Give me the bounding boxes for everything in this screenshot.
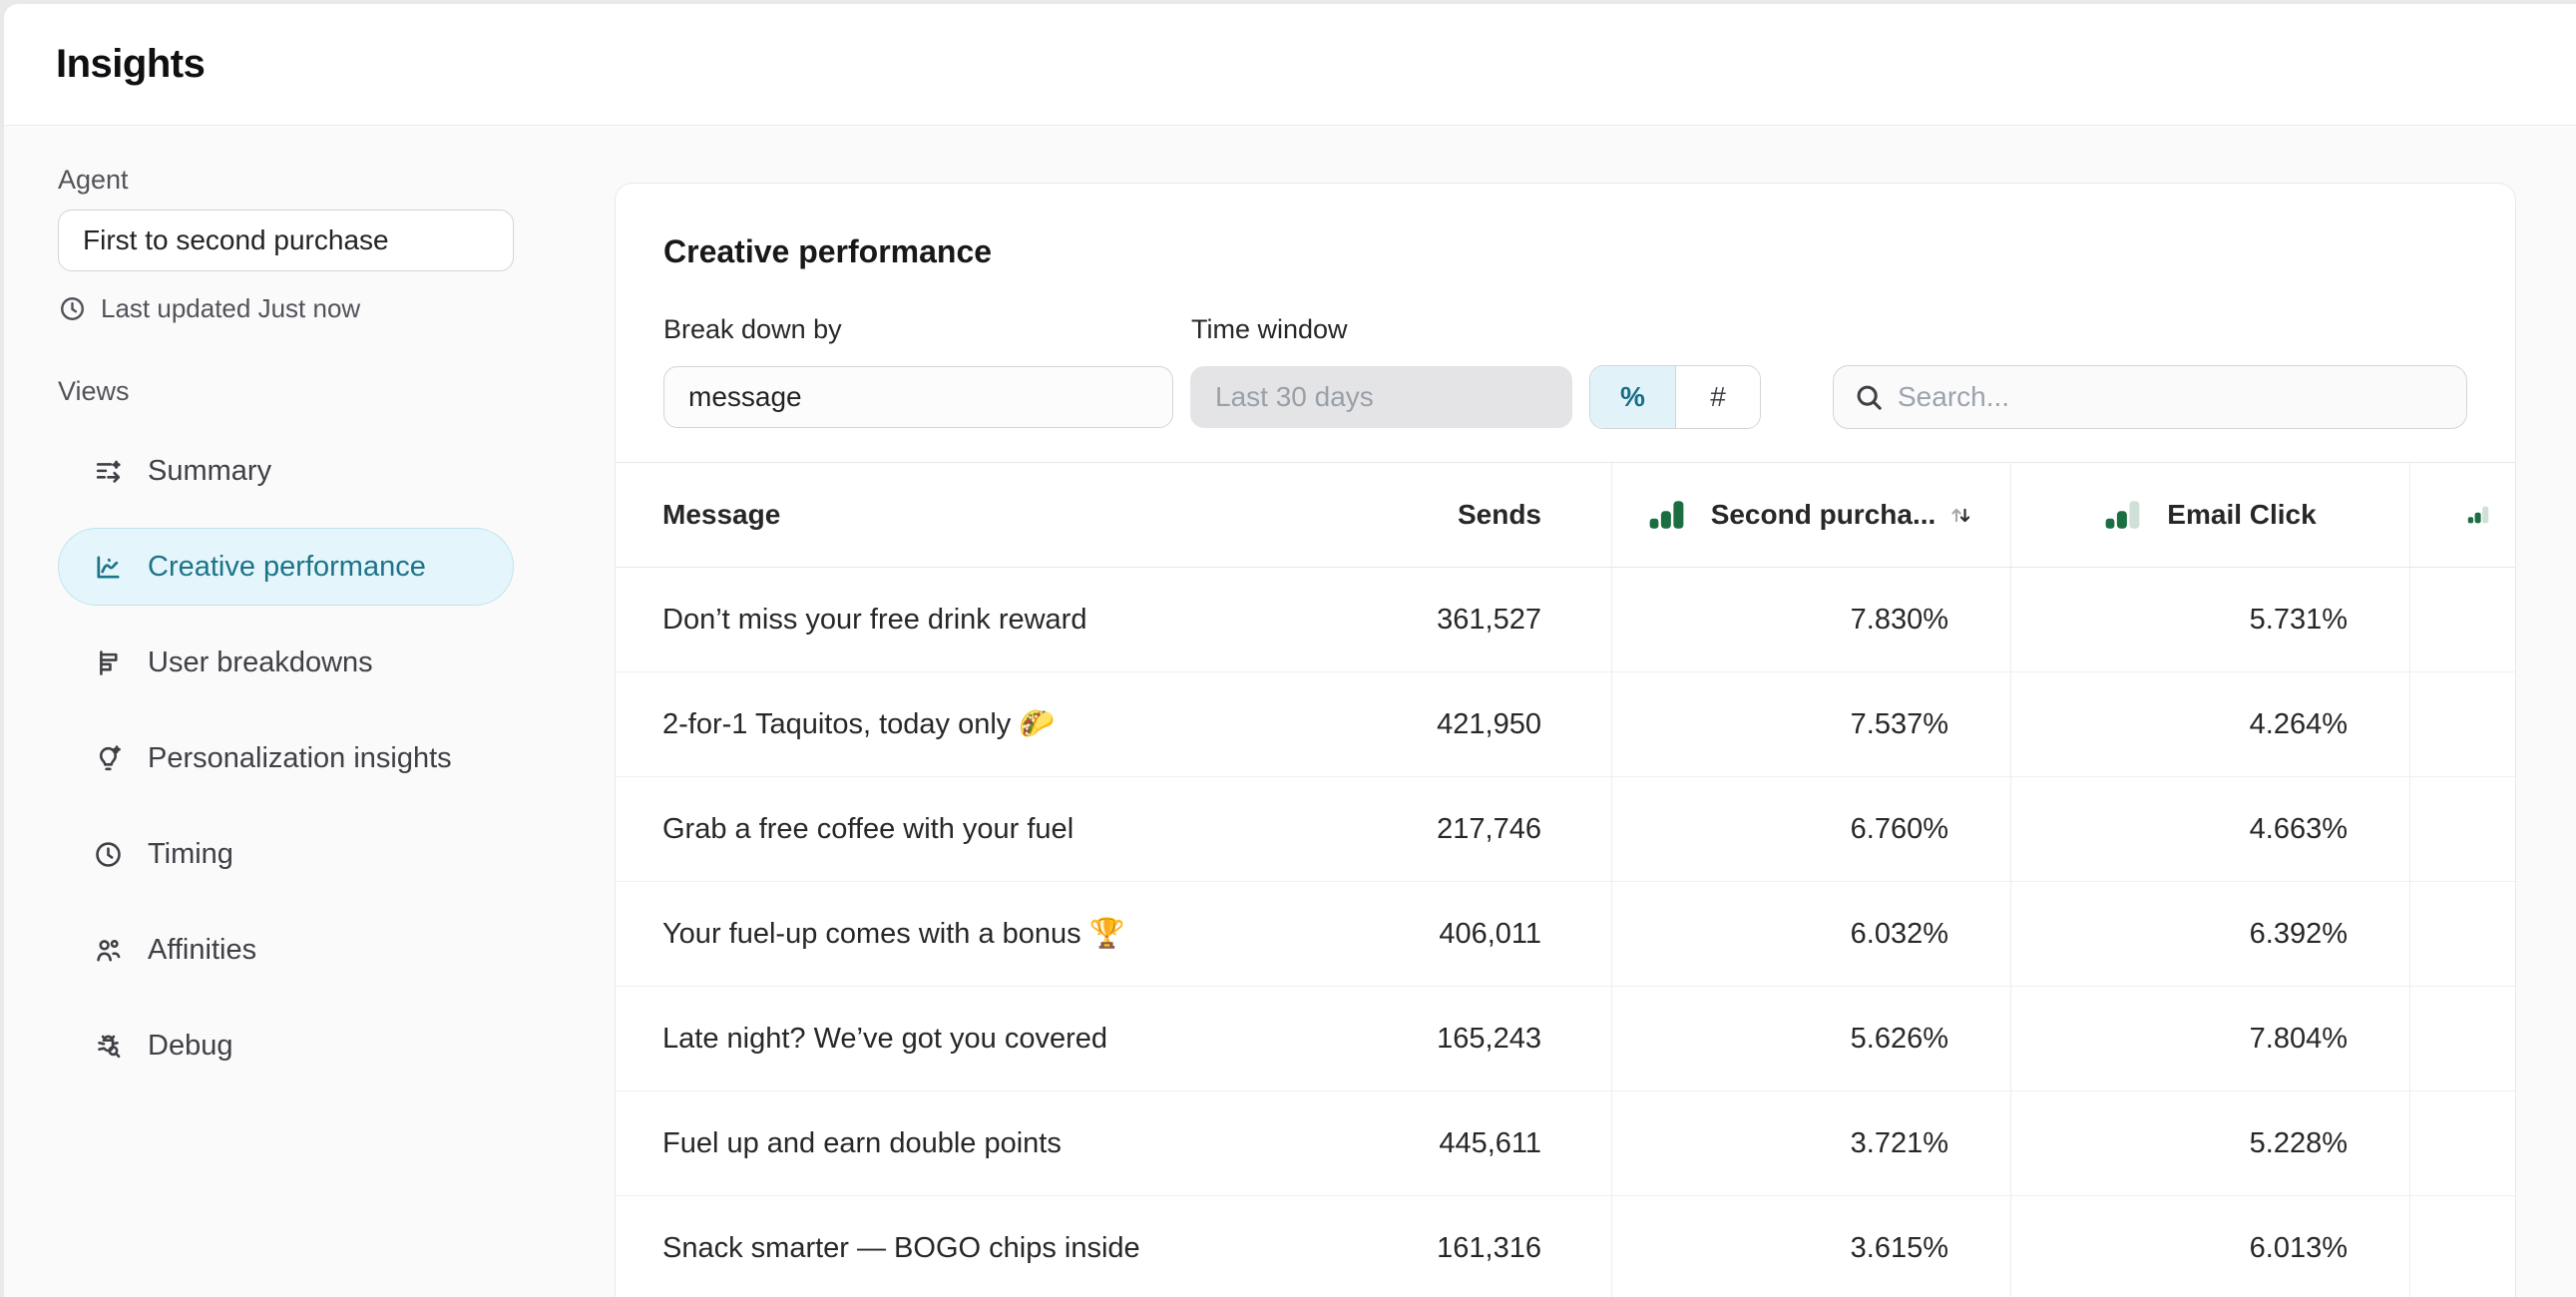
chevron-updown-icon: [465, 225, 495, 255]
sidebar-item-debug[interactable]: Debug: [58, 998, 514, 1093]
panel-title: Creative performance: [663, 233, 2467, 270]
metric-bars-icon: [1648, 500, 1685, 530]
agent-select-value: First to second purchase: [83, 224, 389, 256]
sends-cell: 165,243: [1211, 987, 1611, 1091]
column-header-message[interactable]: Message: [616, 463, 1211, 568]
sidebar-item-label: User breakdowns: [148, 647, 373, 679]
email-click-cell: 6.392%: [2010, 882, 2409, 987]
message-cell: 2-for-1 Taquitos, today only 🌮: [616, 672, 1211, 777]
time-window-select-value: Last 30 days: [1215, 381, 1374, 413]
count-toggle-button[interactable]: #: [1675, 366, 1760, 428]
message-cell: Snack smarter — BOGO chips inside: [616, 1196, 1211, 1297]
people-icon: [93, 935, 124, 966]
chevron-updown-icon: [1523, 382, 1553, 412]
search-input[interactable]: [1833, 365, 2467, 429]
email-click-cell: 7.804%: [2010, 987, 2409, 1091]
message-cell: Fuel up and earn double points: [616, 1091, 1211, 1196]
top-bar: Insights: [4, 4, 2576, 126]
sends-cell: 161,316: [1211, 1196, 1611, 1297]
column-header-email-click[interactable]: Email Click: [2010, 463, 2409, 568]
email-click-cell: 4.264%: [2010, 672, 2409, 777]
search-box: [1833, 365, 2467, 429]
sort-desc-icon: [1947, 502, 1974, 529]
second-purchase-cell: 7.830%: [1611, 568, 2010, 672]
sidebar-item-label: Affinities: [148, 934, 256, 967]
creative-performance-table: Message Sends Second purcha... Email Cli…: [616, 462, 2515, 1297]
app-window: Insights Agent First to second purchase …: [4, 4, 2576, 1297]
sidebar-item-user-breakdowns[interactable]: User breakdowns: [58, 615, 514, 710]
sends-cell: 361,527: [1211, 568, 1611, 672]
creative-performance-panel: Creative performance Break down by Time …: [615, 183, 2516, 1297]
percent-toggle-button[interactable]: %: [1590, 366, 1675, 428]
email-click-cell: 5.228%: [2010, 1091, 2409, 1196]
second-purchase-cell: 5.626%: [1611, 987, 2010, 1091]
breakdown-bars-icon: [93, 648, 124, 678]
unit-toggle: % #: [1589, 365, 1761, 429]
sidebar-item-label: Debug: [148, 1030, 232, 1063]
message-cell: Late night? We’ve got you covered: [616, 987, 1211, 1091]
column-header-label: Second purcha...: [1711, 499, 1936, 531]
time-window-label: Time window: [1191, 314, 1348, 345]
clipped-cell: [2409, 568, 2515, 672]
views-label: Views: [58, 376, 563, 407]
email-click-cell: 6.013%: [2010, 1196, 2409, 1297]
message-cell: Your fuel-up comes with a bonus 🏆: [616, 882, 1211, 987]
summary-icon: [93, 456, 124, 487]
sidebar-item-timing[interactable]: Timing: [58, 806, 514, 902]
message-cell: Grab a free coffee with your fuel: [616, 777, 1211, 882]
time-window-select[interactable]: Last 30 days: [1190, 366, 1572, 428]
clock-icon: [58, 294, 87, 323]
chevron-updown-icon: [1124, 382, 1154, 412]
sends-cell: 445,611: [1211, 1091, 1611, 1196]
views-nav: Summary Creative performance: [58, 423, 514, 1093]
sidebar-item-summary[interactable]: Summary: [58, 423, 514, 519]
chart-line-icon: [93, 552, 124, 583]
email-click-cell: 5.731%: [2010, 568, 2409, 672]
sidebar-item-label: Personalization insights: [148, 742, 452, 775]
agent-select[interactable]: First to second purchase: [58, 210, 514, 271]
breakdown-select-value: message: [688, 381, 802, 413]
clipped-cell: [2409, 672, 2515, 777]
second-purchase-cell: 7.537%: [1611, 672, 2010, 777]
second-purchase-cell: 3.721%: [1611, 1091, 2010, 1196]
sends-cell: 217,746: [1211, 777, 1611, 882]
sidebar: Agent First to second purchase Last upda…: [4, 127, 563, 1093]
metric-bars-muted-icon: [2467, 500, 2489, 530]
sidebar-item-creative-performance[interactable]: Creative performance: [58, 519, 514, 615]
sidebar-item-label: Creative performance: [148, 551, 426, 584]
agent-label: Agent: [58, 165, 563, 196]
second-purchase-cell: 6.032%: [1611, 882, 2010, 987]
sends-cell: 421,950: [1211, 672, 1611, 777]
sends-cell: 406,011: [1211, 882, 1611, 987]
breakdown-select[interactable]: message: [663, 366, 1173, 428]
sidebar-item-label: Summary: [148, 455, 271, 488]
column-header-label: Email Click: [2167, 499, 2316, 531]
email-click-cell: 4.663%: [2010, 777, 2409, 882]
last-updated: Last updated Just now: [58, 293, 563, 324]
last-updated-text: Last updated Just now: [101, 293, 360, 324]
metric-bars-muted-icon: [2104, 500, 2141, 530]
sidebar-item-personalization-insights[interactable]: Personalization insights: [58, 710, 514, 806]
sidebar-item-affinities[interactable]: Affinities: [58, 902, 514, 998]
message-cell: Don’t miss your free drink reward: [616, 568, 1211, 672]
page-title: Insights: [56, 42, 205, 87]
clipped-cell: [2409, 1091, 2515, 1196]
clipped-cell: [2409, 987, 2515, 1091]
lightbulb-sparkle-icon: [93, 743, 124, 774]
clipped-cell: [2409, 882, 2515, 987]
column-header-second-purchase[interactable]: Second purcha...: [1611, 463, 2010, 568]
breakdown-label: Break down by: [663, 314, 1191, 345]
clipped-cell: [2409, 1196, 2515, 1297]
second-purchase-cell: 6.760%: [1611, 777, 2010, 882]
sidebar-item-label: Timing: [148, 838, 233, 871]
clock-icon: [93, 839, 124, 870]
column-header-clipped[interactable]: [2409, 463, 2515, 568]
bug-search-icon: [93, 1031, 124, 1062]
search-icon: [1853, 381, 1885, 413]
second-purchase-cell: 3.615%: [1611, 1196, 2010, 1297]
column-header-sends[interactable]: Sends: [1211, 463, 1611, 568]
clipped-cell: [2409, 777, 2515, 882]
